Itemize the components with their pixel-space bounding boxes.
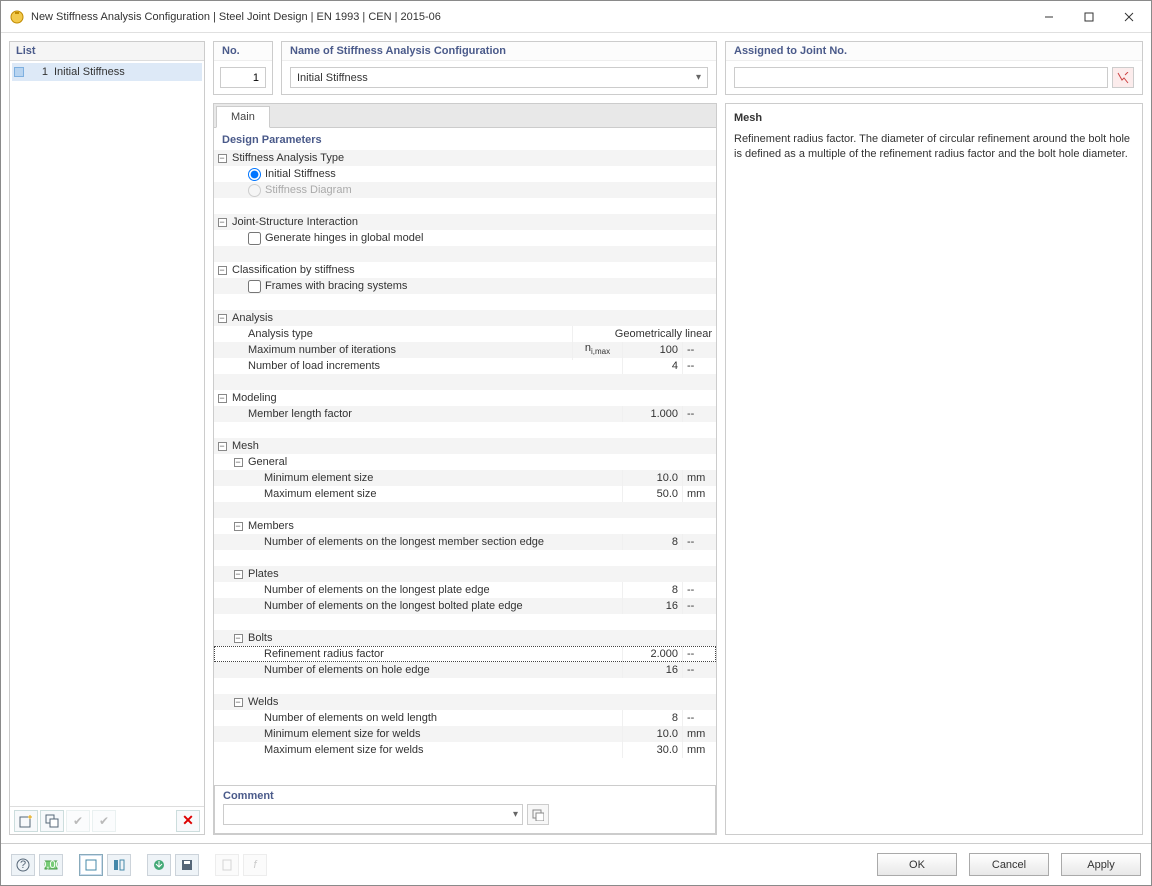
- param-row[interactable]: Generate hinges in global model: [214, 230, 716, 246]
- check-up-button: ✔: [92, 810, 116, 832]
- tab-main[interactable]: Main: [216, 106, 270, 128]
- info-pane: Mesh Refinement radius factor. The diame…: [725, 103, 1143, 835]
- ok-button[interactable]: OK: [877, 853, 957, 876]
- number-box: No.: [213, 41, 273, 95]
- assigned-box: Assigned to Joint No.: [725, 41, 1143, 95]
- list-pane: List 1 Initial Stiffness ✔ ✔ ✕: [9, 41, 205, 835]
- param-row-selected[interactable]: Refinement radius factor 2.000 --: [214, 646, 716, 662]
- list-header: List: [10, 42, 204, 61]
- view-2-button[interactable]: [107, 854, 131, 876]
- info-title: Mesh: [734, 112, 1134, 124]
- close-button[interactable]: [1109, 2, 1149, 32]
- group-row[interactable]: − Mesh: [214, 438, 716, 454]
- svg-text:?: ?: [20, 859, 26, 871]
- checkbox-frames-bracing[interactable]: [248, 280, 261, 293]
- number-input[interactable]: [220, 67, 266, 88]
- save-button[interactable]: [175, 854, 199, 876]
- comment-select[interactable]: ▾: [223, 804, 523, 825]
- svg-text:0,00: 0,00: [44, 859, 58, 871]
- dialog-content: List 1 Initial Stiffness ✔ ✔ ✕: [1, 33, 1151, 843]
- subgroup-row[interactable]: − Welds: [214, 694, 716, 710]
- assigned-input[interactable]: [734, 67, 1108, 88]
- subgroup-row[interactable]: − Plates: [214, 566, 716, 582]
- pick-joint-button[interactable]: [1112, 67, 1134, 88]
- param-row[interactable]: Maximum number of iterations ni,max 100 …: [214, 342, 716, 358]
- configuration-list[interactable]: 1 Initial Stiffness: [10, 61, 204, 806]
- minimize-button[interactable]: [1029, 2, 1069, 32]
- param-row[interactable]: Minimum element size for welds 10.0 mm: [214, 726, 716, 742]
- name-label: Name of Stiffness Analysis Configuration: [282, 42, 716, 61]
- list-toolbar: ✔ ✔ ✕: [10, 806, 204, 834]
- group-row[interactable]: − Classification by stiffness: [214, 262, 716, 278]
- window-title: New Stiffness Analysis Configuration | S…: [31, 11, 1029, 23]
- param-row[interactable]: Maximum element size 50.0 mm: [214, 486, 716, 502]
- param-row[interactable]: Number of elements on the longest plate …: [214, 582, 716, 598]
- radio-stiffness-diagram: [248, 184, 261, 197]
- group-row[interactable]: − Analysis: [214, 310, 716, 326]
- param-row[interactable]: Initial Stiffness: [214, 166, 716, 182]
- comment-label: Comment: [223, 790, 707, 802]
- item-number: 1: [28, 66, 48, 78]
- param-row[interactable]: Member length factor 1.000 --: [214, 406, 716, 422]
- name-select[interactable]: Initial Stiffness ▾: [290, 67, 708, 88]
- item-label: Initial Stiffness: [54, 66, 125, 78]
- help-button[interactable]: ?: [11, 854, 35, 876]
- apply-button[interactable]: Apply: [1061, 853, 1141, 876]
- param-row: Stiffness Diagram: [214, 182, 716, 198]
- group-row[interactable]: − Modeling: [214, 390, 716, 406]
- tab-strip: Main: [214, 104, 716, 128]
- units-button[interactable]: 0,00: [39, 854, 63, 876]
- cancel-button[interactable]: Cancel: [969, 853, 1049, 876]
- subgroup-row[interactable]: − General: [214, 454, 716, 470]
- new-item-button[interactable]: [14, 810, 38, 832]
- param-row[interactable]: Number of elements on the longest member…: [214, 534, 716, 550]
- import-button[interactable]: [147, 854, 171, 876]
- parameters-panel: Main Design Parameters − Stiffness Analy…: [213, 103, 717, 835]
- item-icon: [14, 67, 24, 77]
- param-row[interactable]: Minimum element size 10.0 mm: [214, 470, 716, 486]
- right-pane: No. Name of Stiffness Analysis Configura…: [213, 41, 1143, 835]
- report-button: [215, 854, 239, 876]
- checkbox-generate-hinges[interactable]: [248, 232, 261, 245]
- subgroup-row[interactable]: − Members: [214, 518, 716, 534]
- name-value: Initial Stiffness: [297, 72, 368, 84]
- copy-item-button[interactable]: [40, 810, 64, 832]
- view-1-button[interactable]: [79, 854, 103, 876]
- number-label: No.: [214, 42, 272, 61]
- delete-item-button[interactable]: ✕: [176, 810, 200, 832]
- maximize-button[interactable]: [1069, 2, 1109, 32]
- param-row[interactable]: Number of elements on hole edge 16 --: [214, 662, 716, 678]
- group-row[interactable]: − Stiffness Analysis Type: [214, 150, 716, 166]
- main-row: Main Design Parameters − Stiffness Analy…: [213, 103, 1143, 835]
- radio-initial-stiffness[interactable]: [248, 168, 261, 181]
- info-text: Refinement radius factor. The diameter o…: [734, 132, 1134, 162]
- parameter-grid: Design Parameters − Stiffness Analysis T…: [214, 128, 716, 785]
- dialog-window: New Stiffness Analysis Configuration | S…: [0, 0, 1152, 886]
- design-parameters-header: Design Parameters: [214, 132, 716, 150]
- group-row[interactable]: − Joint-Structure Interaction: [214, 214, 716, 230]
- function-button: f: [243, 854, 267, 876]
- name-box: Name of Stiffness Analysis Configuration…: [281, 41, 717, 95]
- param-row[interactable]: Number of elements on the longest bolted…: [214, 598, 716, 614]
- subgroup-row[interactable]: − Bolts: [214, 630, 716, 646]
- chevron-down-icon: ▾: [513, 809, 518, 820]
- check-down-button: ✔: [66, 810, 90, 832]
- chevron-down-icon: ▾: [696, 72, 701, 83]
- titlebar: New Stiffness Analysis Configuration | S…: [1, 1, 1151, 33]
- window-controls: [1029, 2, 1149, 32]
- param-row[interactable]: Maximum element size for welds 30.0 mm: [214, 742, 716, 758]
- param-row[interactable]: Frames with bracing systems: [214, 278, 716, 294]
- comment-edit-button[interactable]: [527, 804, 549, 825]
- list-item[interactable]: 1 Initial Stiffness: [12, 63, 202, 81]
- bottom-toolbar: ? 0,00 f OK Cancel Apply: [1, 843, 1151, 885]
- header-row: No. Name of Stiffness Analysis Configura…: [213, 41, 1143, 95]
- comment-box: Comment ▾: [214, 785, 716, 834]
- param-row[interactable]: Number of elements on weld length 8 --: [214, 710, 716, 726]
- param-row[interactable]: Analysis type Geometrically linear: [214, 326, 716, 342]
- assigned-label: Assigned to Joint No.: [726, 42, 1142, 61]
- param-row[interactable]: Number of load increments 4 --: [214, 358, 716, 374]
- app-icon: [9, 9, 25, 25]
- symbol: ni,max: [572, 340, 622, 360]
